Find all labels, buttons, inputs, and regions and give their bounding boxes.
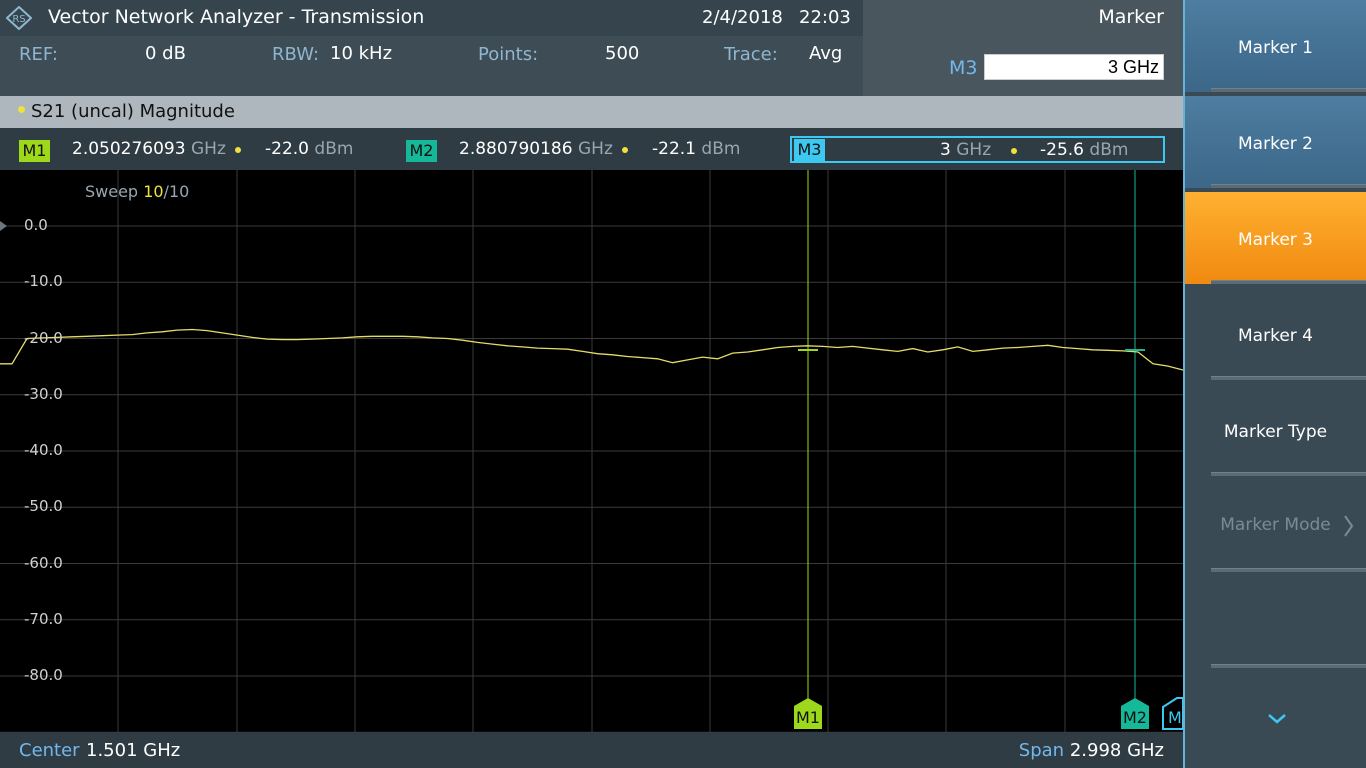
y-tick-label: -60.0	[24, 553, 63, 572]
y-tick-label: 0.0	[24, 216, 48, 234]
marker-2-dot	[622, 147, 628, 153]
marker-entry-label: M3	[949, 57, 978, 79]
points-label: Points:	[478, 44, 539, 65]
y-tick-label: -40.0	[24, 441, 63, 459]
trace-mode-label: Trace:	[724, 44, 778, 65]
trace-mode-value[interactable]: Avg	[809, 43, 842, 64]
softkey-panel: Marker 1 Marker 2 Marker 3 Marker 4 Mark…	[1183, 0, 1366, 768]
span-value: 2.998 GHz	[1069, 740, 1164, 761]
trace-title-bar[interactable]: S21 (uncal) Magnitude	[0, 96, 1183, 128]
marker-2-softkey[interactable]: Marker 2	[1185, 96, 1366, 188]
marker-1-tag[interactable]: M1	[19, 140, 50, 162]
header: RS Vector Network Analyzer - Transmissio…	[0, 0, 1183, 96]
chevron-down-icon[interactable]	[1267, 711, 1287, 725]
trace-title: S21 (uncal) Magnitude	[31, 101, 235, 122]
svg-text:RS: RS	[12, 14, 25, 25]
softkey-label: Marker 1	[1238, 38, 1313, 58]
y-tick-label: -20.0	[24, 328, 63, 347]
rbw-value[interactable]: 10 kHz	[330, 43, 392, 64]
marker-3-flag-label: M	[1168, 708, 1182, 727]
marker-2-frequency: 2.880790186 GHz	[459, 139, 613, 159]
ref-label: REF:	[19, 44, 58, 65]
span-label: Span	[1018, 740, 1065, 761]
y-tick-label: -50.0	[24, 497, 63, 516]
marker-panel-title: Marker	[1098, 6, 1164, 28]
marker-3-tag: M3	[794, 139, 825, 161]
y-tick-label: -10.0	[24, 272, 63, 291]
ref-level-arrow-icon	[0, 221, 7, 231]
softkey-label: Marker 2	[1238, 134, 1313, 154]
plot-grid	[0, 170, 1183, 732]
marker-1-flag[interactable]: M1	[794, 698, 822, 729]
marker-3-level: -25.6 dBm	[1040, 140, 1129, 160]
marker-4-softkey[interactable]: Marker 4	[1185, 288, 1366, 380]
footer: Center 1.501 GHz Span 2.998 GHz	[0, 732, 1183, 768]
app-title: Vector Network Analyzer - Transmission	[48, 6, 425, 28]
sweep-counter: Sweep 10/10	[85, 182, 190, 201]
marker-mode-softkey[interactable]: Marker Mode	[1185, 480, 1366, 572]
marker-3-readout[interactable]: M3 3 GHz -25.6 dBm	[790, 136, 1165, 163]
softkey-label: Marker Mode	[1220, 515, 1331, 535]
rohde-schwarz-logo-icon: RS	[6, 6, 32, 30]
rbw-label: RBW:	[272, 44, 320, 65]
marker-2-flag[interactable]: M2	[1121, 698, 1149, 729]
marker-1-level: -22.0 dBm	[265, 139, 354, 159]
trace-plot[interactable]: M1 M2 M	[0, 170, 1183, 732]
marker-type-softkey[interactable]: Marker Type	[1185, 384, 1366, 476]
softkey-label: Marker Type	[1223, 422, 1328, 442]
marker-1-flag-label: M1	[796, 708, 820, 727]
parameter-row: REF: 0 dB RBW: 10 kHz Points: 500 Trace:…	[0, 36, 863, 96]
title-bar: RS Vector Network Analyzer - Transmissio…	[0, 0, 863, 36]
trace-color-dot	[18, 106, 25, 113]
marker-2-flag-label: M2	[1123, 708, 1147, 727]
marker-2-level: -22.1 dBm	[652, 139, 741, 159]
marker-readout-bar: M1 2.050276093 GHz -22.0 dBm M2 2.880790…	[0, 128, 1183, 170]
marker-1-dot	[235, 147, 241, 153]
center-label: Center	[19, 740, 80, 761]
y-tick-label: -80.0	[24, 666, 63, 684]
y-tick-label: -70.0	[24, 609, 63, 628]
span-readout[interactable]: Span 2.998 GHz	[1019, 740, 1164, 761]
chevron-right-icon	[1344, 515, 1354, 537]
empty-softkey-7[interactable]	[1185, 576, 1366, 668]
marker-3-flag[interactable]: M	[1162, 697, 1183, 730]
marker-2-tag[interactable]: M2	[406, 140, 437, 162]
marker-frequency-input[interactable]: 3 GHz	[984, 54, 1164, 80]
marker-panel: Marker M3 3 GHz	[863, 0, 1183, 96]
marker-1-frequency: 2.050276093 GHz	[72, 139, 226, 159]
marker-3-dot	[1011, 148, 1017, 154]
softkey-label: Marker 3	[1238, 230, 1313, 250]
y-tick-label: -30.0	[24, 384, 63, 403]
marker-3-frequency: 3 GHz	[940, 140, 992, 160]
points-value[interactable]: 500	[605, 43, 639, 64]
time-display: 22:03	[799, 7, 851, 28]
marker-3-softkey[interactable]: Marker 3	[1185, 192, 1366, 284]
date-display: 2/4/2018	[702, 7, 783, 28]
plot-area[interactable]: M1 M2 M Sweep 10/10 0.0 -10.0 -20.0 -30.0 -4…	[0, 170, 1183, 732]
marker-1-softkey[interactable]: Marker 1	[1185, 0, 1366, 92]
softkey-label: Marker 4	[1238, 326, 1313, 346]
center-value[interactable]: 1.501 GHz	[86, 740, 180, 761]
ref-value[interactable]: 0 dB	[145, 43, 186, 64]
